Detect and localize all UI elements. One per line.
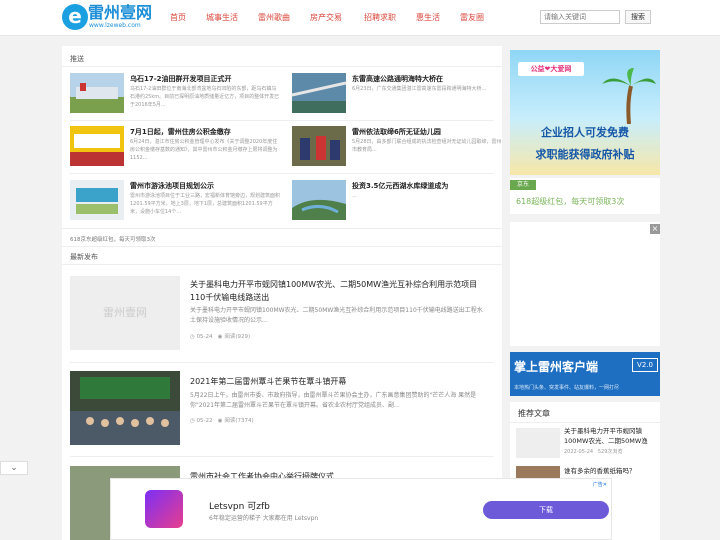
list-item[interactable]: 乌石17-2油田群开发项目正式开 乌石17-2油田群位于南海北部湾盆地乌石凹陷的…	[70, 73, 282, 119]
item-title: 雷州市游泳池项目规划公示	[130, 182, 214, 190]
nav-home[interactable]: 首页	[170, 12, 186, 23]
list-item[interactable]: 投资3.5亿元西湖水库绿道成为 ...	[292, 180, 502, 226]
article-title[interactable]: 关于墨科电力开平市蚬冈镇100MW农光、二期50MW渔光互补综合利用示范项目11…	[190, 278, 490, 304]
main-content: 推送 乌石17-2油田群开发项目正式开 乌石17-2油田群位于南海北部湾盆地乌石…	[62, 46, 502, 540]
recommend-section-title: 推送	[70, 55, 84, 63]
list-item[interactable]: 雷州依法取缔6所无证幼儿园 5月28日，由多部门联合组成的执法检查组对无证幼儿园…	[292, 126, 502, 172]
app-version-badge: V2.0	[632, 358, 658, 372]
nav-songs[interactable]: 雷州歌曲	[258, 12, 290, 23]
recommended-title: 推荐文章	[518, 409, 550, 418]
item-desc: 雷州市游泳池项目位于工业三路，宏福新体育馆旁边，规划建筑面积1201.59平方米…	[130, 193, 280, 215]
clock-icon: ◷	[190, 418, 195, 424]
article-views: 阅读(929)	[224, 334, 251, 340]
ad-line-2: 求职能获得政府补贴	[535, 148, 635, 161]
nav-real-estate[interactable]: 房产交易	[310, 12, 342, 23]
divider	[70, 173, 494, 174]
divider	[62, 66, 502, 67]
divider	[70, 456, 494, 457]
palm-tree-icon	[602, 68, 656, 124]
recommended-item-meta: 2022-05-24 529次浏览	[564, 448, 622, 455]
divider	[70, 120, 494, 121]
recommended-item-title[interactable]: 谁有多余的香蕉纸箱吗？	[564, 466, 656, 476]
nav-city-life[interactable]: 城事生活	[206, 12, 238, 23]
nav-friends[interactable]: 雷友圈	[460, 12, 484, 23]
article-title[interactable]: 2021年第二届雷州覃斗芒果节在覃斗镇开幕	[190, 375, 490, 388]
thumbnail-image	[70, 180, 124, 220]
article-views: 阅读(7374)	[224, 418, 254, 424]
app-subtitle: 本地热门头条、突发事件、站友爆料，一网打尽	[514, 385, 620, 391]
item-desc: 6月24日，湛江市住房公积金管理中心发布《关于调整2020年度住房公积金缴存基数…	[130, 139, 278, 161]
nav-jobs[interactable]: 招聘求职	[364, 12, 396, 23]
list-item[interactable]: 东雷高速公路通明海特大桥在 6月23日，广东交通集团湛江雷高速东雷段跨通明海特大…	[292, 73, 502, 119]
divider	[62, 228, 502, 229]
recommended-item-date: 2022-05-24	[564, 449, 594, 455]
placeholder-image: 雷州壹网	[70, 276, 180, 350]
nav-deals[interactable]: 惠生活	[416, 12, 440, 23]
ad-brand: 公益❤大爱网	[518, 62, 584, 76]
download-button[interactable]: 下载	[483, 501, 609, 519]
sidebar-ad-slot: ×	[510, 222, 660, 346]
list-item[interactable]: 7月1日起，雷州住房公积金缴存 6月24日，湛江市住房公积金管理中心发布《关于调…	[70, 126, 282, 172]
item-title: 投资3.5亿元西湖水库绿道成为	[352, 182, 449, 190]
logo-url: www.lzeweb.com	[89, 22, 141, 29]
item-desc: ...	[352, 193, 357, 199]
eye-icon: ◉	[217, 418, 223, 424]
thumbnail-image	[292, 73, 346, 113]
thumbnail-image	[70, 371, 180, 445]
jd-promo-box[interactable]: 京东 618超级红包，每天可领取3次	[510, 178, 660, 214]
recommended-item-views: 529次浏览	[597, 449, 623, 455]
close-icon[interactable]: ×	[650, 224, 660, 234]
divider	[70, 362, 494, 363]
site-header: e 雷州壹网 www.lzeweb.com 首页 城事生活 雷州歌曲 房产交易 …	[0, 0, 720, 36]
search-button[interactable]: 搜索	[625, 10, 651, 24]
bottom-ad-banner[interactable]: 广告✕ Letsvpn 可zfb 6年稳定运营的梯子 大家都在用 Letsvpn…	[110, 478, 612, 540]
item-title: 雷州依法取缔6所无证幼儿园	[352, 128, 441, 136]
ad-title: Letsvpn 可zfb	[209, 502, 270, 512]
thumbnail-image	[516, 428, 560, 458]
jd-tag: 京东	[510, 180, 536, 190]
placeholder-watermark: 雷州壹网	[103, 306, 147, 319]
article-meta: ◷ 05-24 ◉ 阅读(929)	[190, 332, 250, 340]
app-title: 掌上雷州客户端	[514, 360, 599, 374]
article-item[interactable]: 雷州壹网 关于墨科电力开平市蚬冈镇100MW农光、二期50MW渔光互补综合利用示…	[70, 276, 494, 366]
item-desc: 6月23日，广东交通集团湛江雷高速东雷段跨通明海特大桥...	[352, 86, 487, 92]
jd-promo-text[interactable]: 618超级红包，每天可领取3次	[516, 196, 624, 207]
app-download-banner[interactable]: 掌上雷州客户端 V2.0 本地热门头条、突发事件、站友爆料，一网打尽	[510, 352, 660, 396]
sidebar-ad-banner[interactable]: 公益❤大爱网 企业招人可发免费 求职能获得政府补贴	[510, 50, 660, 175]
site-logo[interactable]: e 雷州壹网 www.lzeweb.com	[62, 4, 158, 32]
item-title: 7月1日起，雷州住房公积金缴存	[130, 128, 231, 136]
divider	[62, 264, 502, 265]
item-title: 东雷高速公路通明海特大桥在	[352, 75, 443, 83]
article-meta: ◷ 05-22 ◉ 阅读(7374)	[190, 416, 254, 424]
clock-icon: ◷	[190, 334, 195, 340]
recommended-item-title[interactable]: 关于墨科电力开平市蚬冈镇100MW农光、二期50MW渔	[564, 426, 656, 446]
item-desc: 乌石17-2油田群位于南海北部湾盆地乌石凹陷的东部，距乌石镇乌石港约25km。目…	[130, 86, 280, 108]
letsvpn-logo-icon	[145, 490, 183, 528]
latest-section-title: 最新发布	[70, 253, 98, 261]
article-item[interactable]: 2021年第二届雷州覃斗芒果节在覃斗镇开幕 5月22日上午，由雷州市委、市政府指…	[70, 371, 494, 461]
article-date: 05-24	[196, 334, 213, 340]
article-desc: 5月22日上午，由雷州市委、市政府指导，由雷州覃斗芒果协会主办，广东画意集团赞助…	[190, 392, 477, 409]
ad-mark[interactable]: 广告✕	[593, 481, 607, 488]
article-date: 05-22	[196, 418, 213, 424]
thumbnail-image	[70, 73, 124, 113]
divider	[510, 422, 660, 423]
promo-note[interactable]: 618京东超级红包，每天可领取3次	[70, 235, 156, 243]
search-input[interactable]	[540, 10, 620, 24]
chevron-down-icon[interactable]: ⌄	[0, 461, 28, 475]
list-item[interactable]: 雷州市游泳池项目规划公示 雷州市游泳池项目位于工业三路，宏福新体育馆旁边，规划建…	[70, 180, 282, 226]
thumbnail-image	[292, 180, 346, 220]
divider	[62, 246, 502, 247]
thumbnail-image	[70, 126, 124, 166]
logo-name: 雷州壹网	[88, 3, 153, 22]
eye-icon: ◉	[217, 334, 223, 340]
ad-line-1: 企业招人可发免费	[541, 126, 629, 139]
item-desc: 5月28日，由多部门联合组成的执法检查组对无证幼儿园取缔，雷州市教育局...	[352, 139, 502, 153]
item-title: 乌石17-2油田群开发项目正式开	[130, 75, 232, 83]
ad-desc: 6年稳定运营的梯子 大家都在用 Letsvpn	[209, 515, 319, 522]
article-desc: 关于墨科电力开平市蚬冈镇100MW农光、二期50MW渔光互补综合利用示范项目11…	[190, 307, 483, 324]
logo-e-icon: e	[62, 4, 88, 30]
thumbnail-image	[292, 126, 346, 166]
